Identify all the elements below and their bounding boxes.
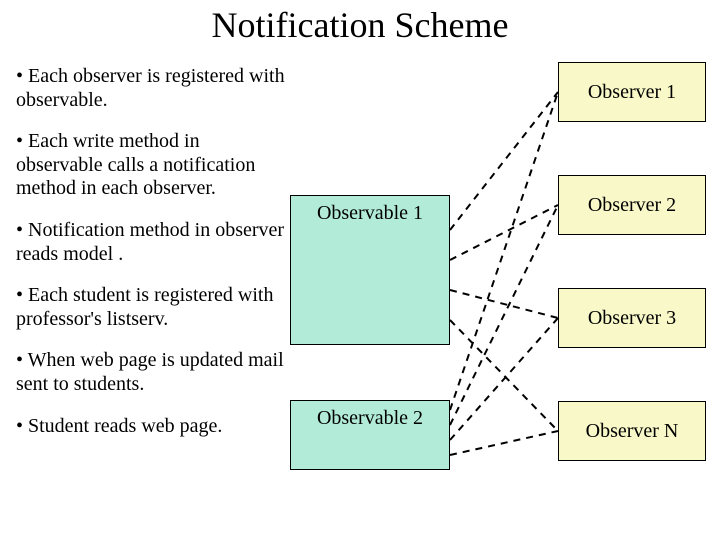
bullet-item: • Each student is registered with profes…: [16, 284, 291, 331]
bullet-item: • Each write method in observable calls …: [16, 130, 291, 201]
observer-label: Observer N: [586, 420, 679, 443]
bullet-item: • When web page is updated mail sent to …: [16, 349, 291, 396]
slide: Notification Scheme • Each observer is r…: [0, 0, 720, 540]
bullet-item: • Notification method in observer reads …: [16, 219, 291, 266]
observer-box-2: Observer 2: [558, 175, 706, 235]
slide-title: Notification Scheme: [0, 4, 720, 46]
observer-label: Observer 1: [588, 81, 676, 104]
observer-label: Observer 2: [588, 194, 676, 217]
observable-label: Observable 1: [317, 202, 423, 225]
observable-box-2: Observable 2: [290, 400, 450, 470]
observer-label: Observer 3: [588, 307, 676, 330]
observable-label: Observable 2: [317, 407, 423, 430]
bullet-item: • Student reads web page.: [16, 415, 291, 439]
observer-box-3: Observer 3: [558, 288, 706, 348]
bullet-list: • Each observer is registered with obser…: [16, 65, 291, 456]
observable-box-1: Observable 1: [290, 195, 450, 345]
observer-box-n: Observer N: [558, 401, 706, 461]
observer-box-1: Observer 1: [558, 62, 706, 122]
bullet-item: • Each observer is registered with obser…: [16, 65, 291, 112]
